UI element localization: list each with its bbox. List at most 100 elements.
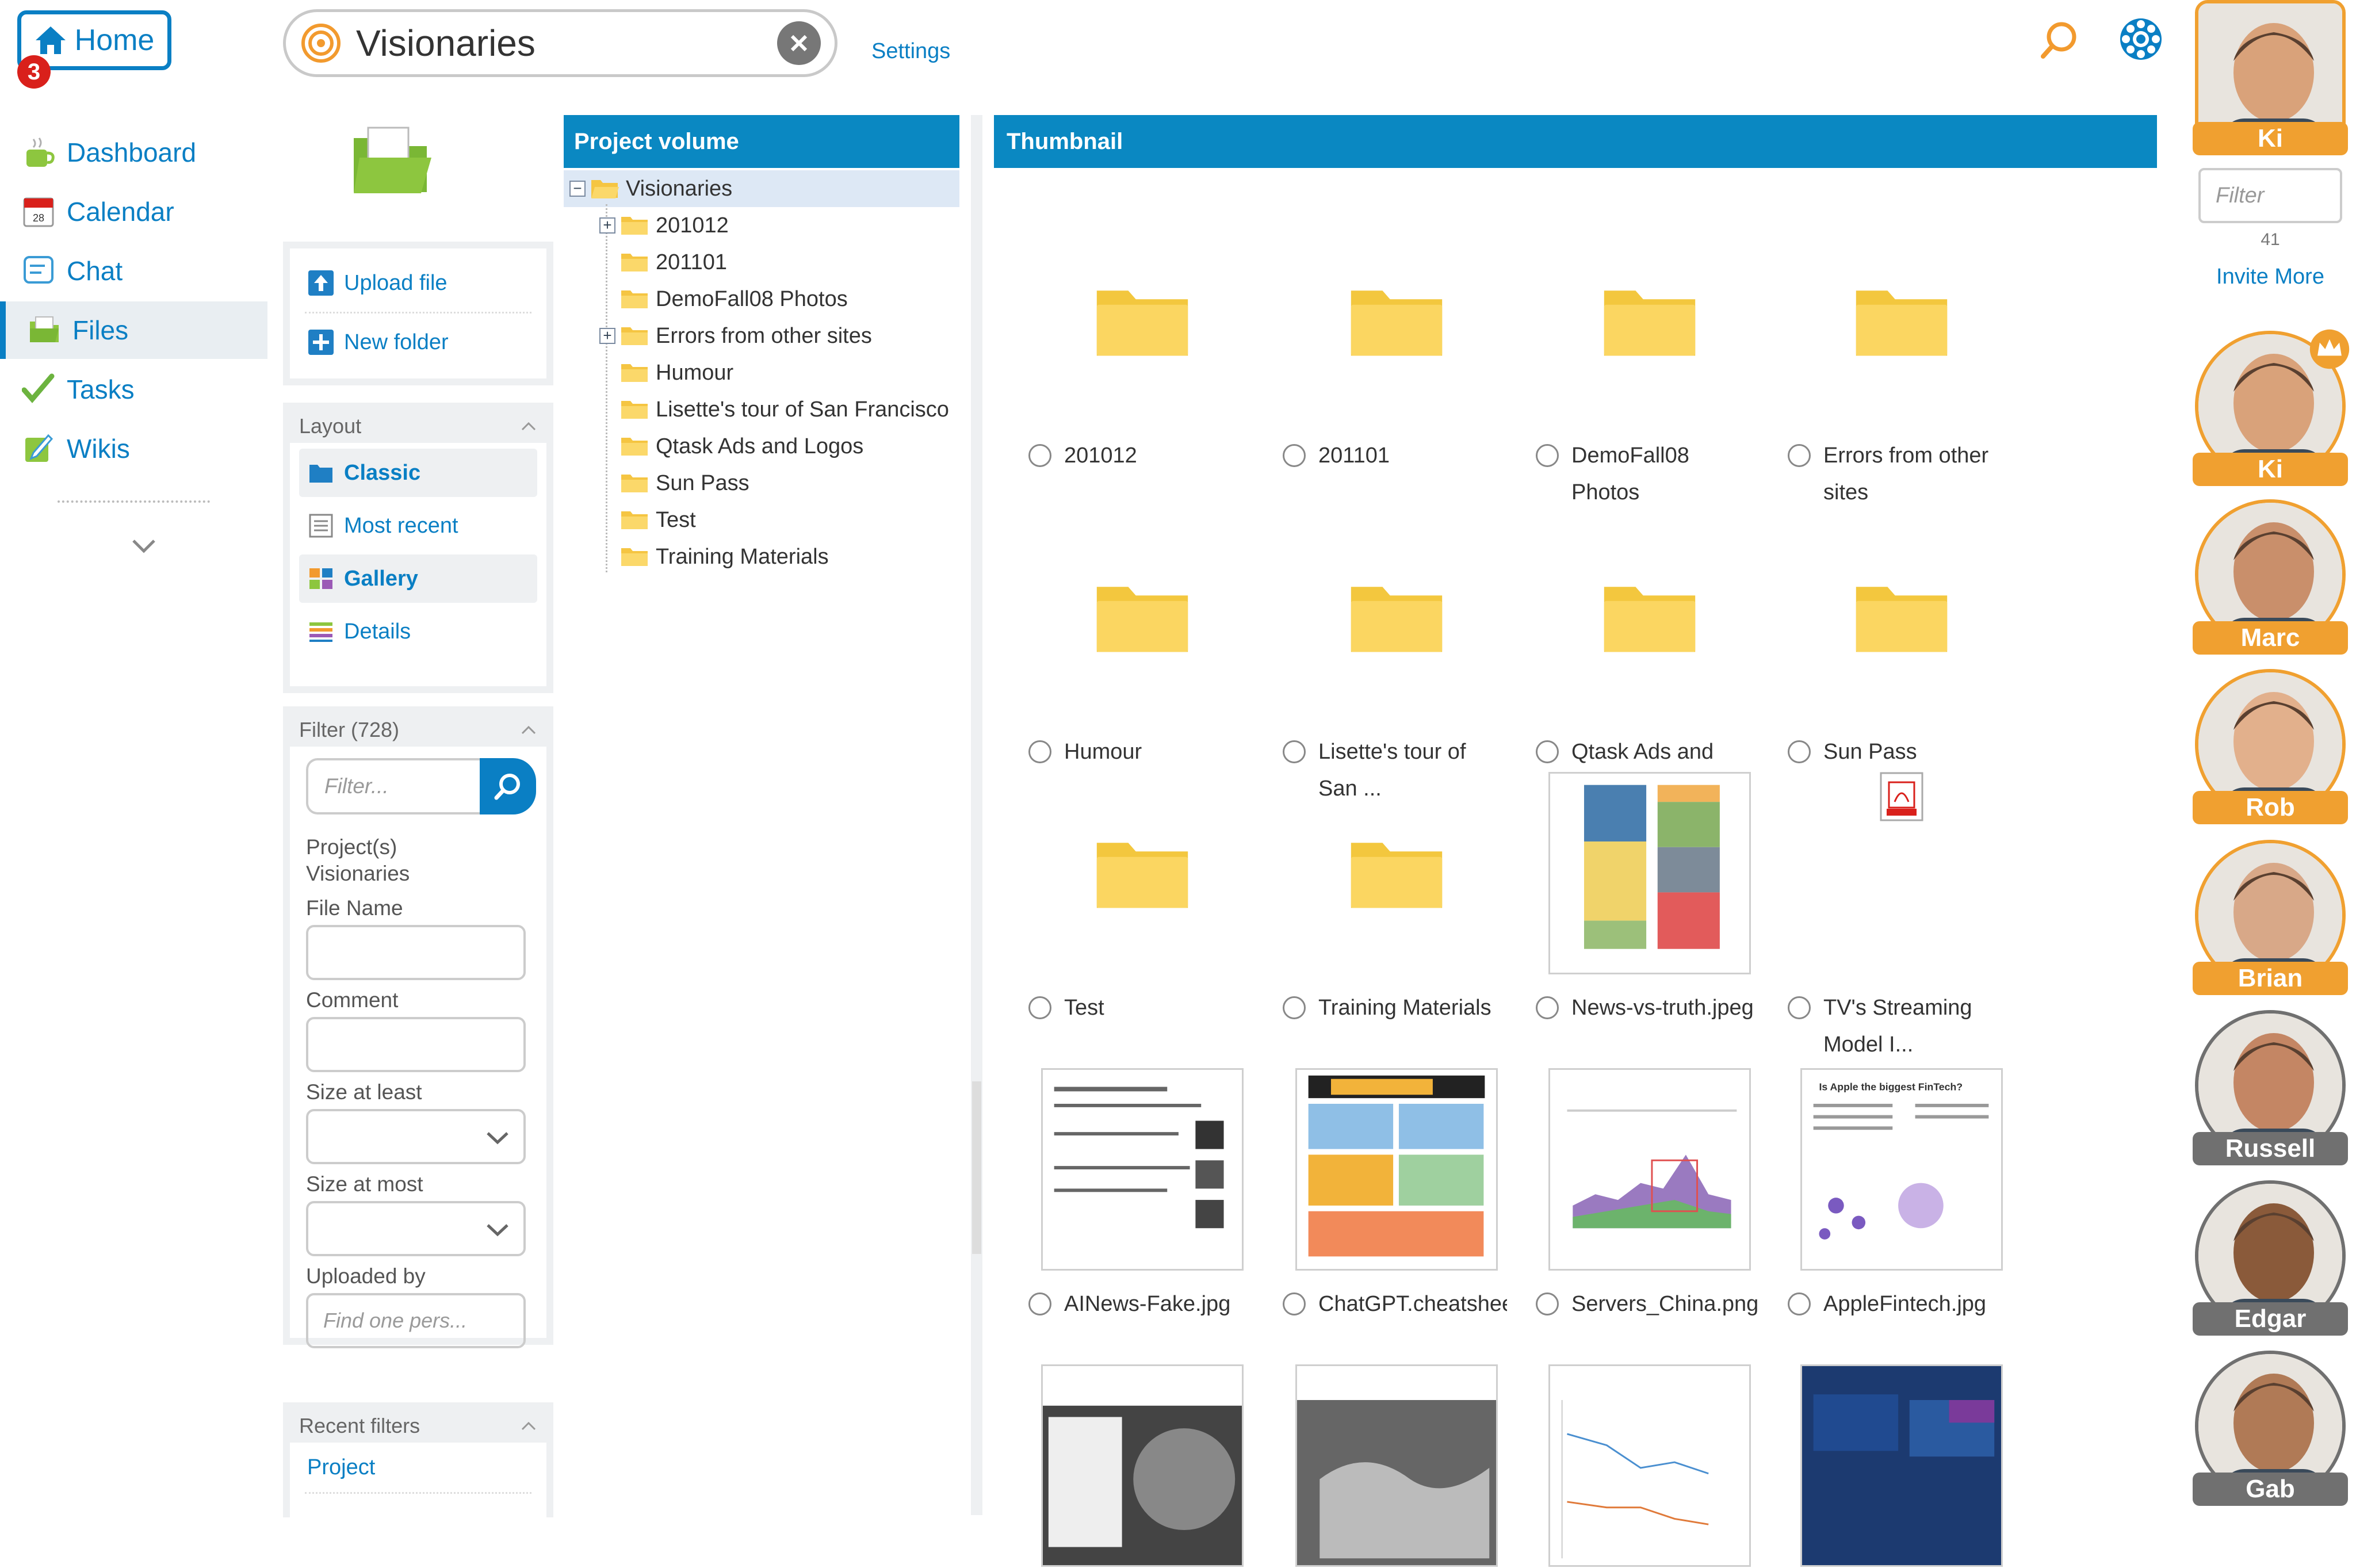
recent-filters-header[interactable]: Recent filters: [290, 1409, 546, 1443]
folder-icon[interactable]: [1799, 219, 2004, 423]
image-thumbnail[interactable]: [1040, 1363, 1245, 1568]
tree-item-label: DemoFall08 Photos: [656, 286, 848, 311]
tree-item-lisette[interactable]: Lisette's tour of San Francisco: [620, 391, 949, 428]
tree-item-201101[interactable]: 201101: [620, 244, 727, 281]
folder-icon[interactable]: [1547, 515, 1752, 720]
member-filter-input[interactable]: Filter: [2198, 168, 2342, 223]
folder-icon[interactable]: [1040, 515, 1245, 720]
filter-search-button[interactable]: [480, 758, 536, 814]
select-checkbox[interactable]: [1536, 444, 1559, 467]
select-checkbox[interactable]: [1283, 1292, 1306, 1315]
tree-item-201012[interactable]: + 201012: [599, 207, 729, 244]
image-thumbnail[interactable]: Is Apple the biggest FinTech?: [1799, 1067, 2004, 1272]
files-icon: [26, 312, 62, 348]
chevron-up-icon: [521, 725, 536, 735]
nav-item-chat[interactable]: Chat: [0, 242, 267, 300]
settings-link[interactable]: Settings: [871, 39, 950, 64]
select-checkbox[interactable]: [1788, 740, 1811, 763]
image-thumbnail[interactable]: [1547, 1363, 1752, 1568]
select-checkbox[interactable]: [1788, 996, 1811, 1019]
tree-guide: [606, 204, 607, 572]
select-checkbox[interactable]: [1283, 444, 1306, 467]
tree-item-sun-pass[interactable]: Sun Pass: [620, 465, 749, 502]
image-thumbnail[interactable]: [1040, 1067, 1245, 1272]
size-at-most-select[interactable]: [306, 1201, 526, 1256]
select-checkbox[interactable]: [1536, 740, 1559, 763]
gear-icon[interactable]: [2117, 15, 2165, 63]
uploaded-by-field[interactable]: Find one pers...: [306, 1293, 526, 1348]
image-thumbnail[interactable]: [1799, 1363, 2004, 1568]
image-thumbnail[interactable]: [1547, 771, 1752, 976]
project-search-bar[interactable]: Visionaries: [283, 9, 837, 77]
folder-icon[interactable]: [1547, 219, 1752, 423]
select-checkbox[interactable]: [1788, 444, 1811, 467]
folder-icon[interactable]: [1294, 219, 1499, 423]
filter-search-input[interactable]: Filter...: [306, 758, 480, 814]
folder-icon[interactable]: [1799, 515, 2004, 720]
nav-item-wikis[interactable]: Wikis: [0, 420, 267, 477]
filter-search: Filter...: [306, 758, 536, 814]
tree-item-label: Humour: [656, 360, 734, 385]
nav-item-dashboard[interactable]: Dashboard: [0, 124, 267, 181]
select-checkbox[interactable]: [1028, 740, 1051, 763]
splitter-grip[interactable]: [972, 1081, 981, 1254]
tree-item-qtask[interactable]: Qtask Ads and Logos: [620, 428, 863, 465]
nav-item-calendar[interactable]: 28 Calendar: [0, 183, 267, 240]
select-checkbox[interactable]: [1536, 1292, 1559, 1315]
nav-divider: [58, 500, 210, 503]
invite-more-link[interactable]: Invite More: [2198, 265, 2342, 289]
new-folder-button[interactable]: New folder: [290, 313, 546, 371]
search-icon[interactable]: [2036, 17, 2082, 63]
upload-icon: [307, 269, 335, 297]
size-at-least-select[interactable]: [306, 1109, 526, 1164]
layout-gallery[interactable]: Gallery: [299, 554, 537, 603]
tile-name: News-vs-truth.jpeg: [1571, 996, 1754, 1020]
select-checkbox[interactable]: [1788, 1292, 1811, 1315]
tree-item-label: Test: [656, 507, 696, 532]
layout-classic[interactable]: Classic: [299, 449, 537, 497]
folder-icon[interactable]: [1040, 219, 1245, 423]
recent-filter-item[interactable]: Project: [290, 1443, 546, 1492]
folder-icon[interactable]: [1294, 515, 1499, 720]
search-value[interactable]: Visionaries: [356, 22, 777, 64]
tile-caption: DemoFall08 Photos: [1536, 437, 1760, 511]
select-checkbox[interactable]: [1028, 996, 1051, 1019]
chevron-down-icon[interactable]: [127, 529, 161, 564]
tree-root[interactable]: − Visionaries: [564, 170, 959, 207]
tree-item-training[interactable]: Training Materials: [620, 538, 829, 575]
image-thumbnail[interactable]: [1294, 1067, 1499, 1272]
clear-icon[interactable]: [777, 21, 821, 65]
select-checkbox[interactable]: [1028, 1292, 1051, 1315]
nav-item-tasks[interactable]: Tasks: [0, 361, 267, 418]
select-checkbox[interactable]: [1283, 740, 1306, 763]
pdf-icon[interactable]: [1799, 771, 2004, 976]
image-thumbnail[interactable]: [1294, 1363, 1499, 1568]
image-thumbnail[interactable]: [1547, 1067, 1752, 1272]
size-at-least-label: Size at least: [306, 1080, 422, 1104]
collapse-icon[interactable]: −: [569, 181, 586, 197]
tile-caption: 201101: [1283, 437, 1507, 474]
layout-most-recent[interactable]: Most recent: [290, 497, 546, 554]
tree-item-errors[interactable]: + Errors from other sites: [599, 318, 872, 354]
nav-item-files[interactable]: Files: [0, 301, 267, 359]
file-name-field[interactable]: [306, 925, 526, 980]
select-checkbox[interactable]: [1028, 444, 1051, 467]
layout-panel-header[interactable]: Layout: [290, 410, 546, 443]
chevron-up-icon: [521, 1421, 536, 1431]
expand-icon[interactable]: +: [599, 217, 615, 234]
comment-field[interactable]: [306, 1017, 526, 1072]
select-checkbox[interactable]: [1283, 996, 1306, 1019]
pane-splitter[interactable]: [971, 115, 982, 1515]
folder-icon[interactable]: [1040, 771, 1245, 976]
upload-file-button[interactable]: Upload file: [290, 254, 546, 312]
tree-item-test[interactable]: Test: [620, 502, 696, 538]
select-checkbox[interactable]: [1536, 996, 1559, 1019]
tree-item-demofall08[interactable]: DemoFall08 Photos: [620, 281, 848, 318]
expand-icon[interactable]: +: [599, 328, 615, 344]
layout-details[interactable]: Details: [290, 603, 546, 660]
tree-item-humour[interactable]: Humour: [620, 354, 733, 391]
layout-gallery-label: Gallery: [344, 566, 418, 591]
folder-icon[interactable]: [1294, 771, 1499, 976]
tile-name: Training Materials: [1318, 996, 1491, 1020]
filter-panel-header[interactable]: Filter (728): [290, 713, 546, 747]
